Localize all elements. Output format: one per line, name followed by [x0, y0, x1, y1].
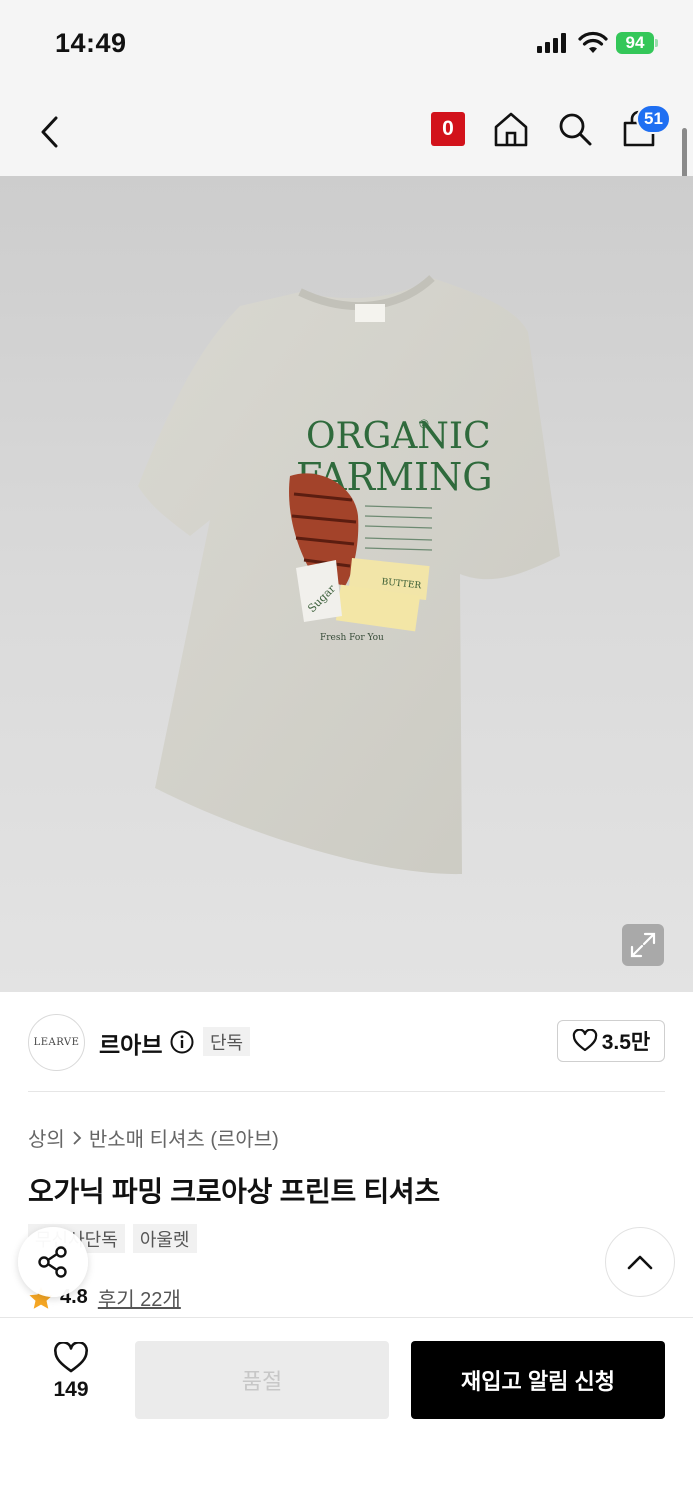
status-bar: 14:49 94	[0, 0, 693, 88]
scroll-top-button[interactable]	[605, 1227, 675, 1297]
wish-button[interactable]: 149	[40, 1342, 102, 1412]
restock-alert-button[interactable]: 재입고 알림 신청	[411, 1341, 665, 1419]
back-icon	[41, 116, 58, 148]
expand-image-button[interactable]	[622, 924, 664, 966]
product-image[interactable]: ORGANIC ® FARMING BUTTER Sugar Fresh For…	[0, 176, 693, 992]
wish-count: 149	[53, 1378, 89, 1401]
product-title: 오가닉 파밍 크로아상 프린트 티셔츠	[28, 1176, 440, 1207]
print-caption: Fresh For You	[320, 633, 384, 643]
brand-name[interactable]: 르아브	[99, 1026, 162, 1060]
wifi-icon	[578, 31, 608, 53]
brand-home-button[interactable]: 0	[431, 112, 465, 146]
review-link[interactable]: 후기 22개	[98, 1283, 181, 1312]
heart-icon	[54, 1342, 88, 1373]
battery-level: 94	[616, 32, 654, 54]
chevron-right-icon	[73, 1130, 82, 1145]
brand-like-count: 3.5만	[601, 1031, 651, 1054]
chevron-up-icon	[627, 1255, 653, 1270]
brand-like-button[interactable]: 3.5만	[557, 1020, 665, 1062]
bottom-action-bar: 149 품절 재입고 알림 신청	[0, 1317, 693, 1500]
breadcrumb-subcategory[interactable]: 반소매 티셔츠 (르아브)	[89, 1123, 279, 1152]
heart-icon	[572, 1029, 597, 1052]
search-icon	[559, 113, 592, 146]
search-button[interactable]	[554, 108, 596, 150]
share-button[interactable]	[18, 1227, 88, 1297]
share-icon	[38, 1246, 67, 1278]
battery-cap	[655, 39, 658, 47]
sugar-bag: Sugar	[296, 560, 342, 622]
print-reg: ®	[418, 417, 430, 431]
info-icon[interactable]	[170, 1030, 194, 1054]
back-button[interactable]	[30, 110, 70, 154]
home-icon	[494, 112, 528, 147]
home-button[interactable]	[490, 108, 532, 150]
battery-indicator: 94	[616, 32, 658, 54]
brand-row: LEARVE 르아브 단독 3.5만	[0, 992, 693, 1092]
cart-count-badge: 51	[636, 104, 671, 134]
tag-outlet: 아울렛	[132, 1224, 197, 1253]
status-time: 14:49	[55, 28, 127, 58]
expand-icon	[630, 932, 656, 958]
signal-icon	[537, 33, 566, 53]
print-line1: ORGANIC	[306, 416, 491, 457]
breadcrumb: 상의 반소매 티셔츠 (르아브)	[28, 1123, 279, 1152]
breadcrumb-category[interactable]: 상의	[28, 1123, 65, 1152]
brand-logo[interactable]: LEARVE	[28, 1014, 85, 1071]
top-nav-bar: 0 51	[0, 88, 693, 176]
soldout-button[interactable]: 품절	[135, 1341, 389, 1419]
tshirt-illustration: ORGANIC ® FARMING BUTTER Sugar Fresh For…	[138, 275, 560, 875]
exclusive-tag: 단독	[203, 1027, 251, 1056]
divider	[28, 1091, 665, 1092]
